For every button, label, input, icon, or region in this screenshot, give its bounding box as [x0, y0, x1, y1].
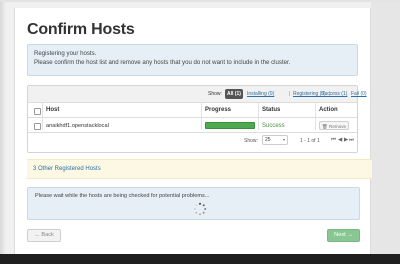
host-progress-fill: [206, 123, 254, 128]
column-header-status: Status: [262, 107, 281, 113]
right-gutter: [371, 2, 400, 254]
row-divider: [28, 132, 357, 133]
filter-all-button[interactable]: All (1): [225, 89, 243, 99]
host-row-checkbox[interactable]: [34, 123, 41, 130]
filter-fail-link[interactable]: Fail (0): [351, 91, 367, 97]
filter-show-label: Show:: [208, 91, 222, 97]
filter-separator: |: [289, 91, 291, 97]
host-checks-box: Please wait while the hosts are being ch…: [27, 187, 360, 220]
page-size-value: 25: [265, 137, 271, 143]
column-divider: [42, 102, 43, 130]
left-shadow: [0, 2, 6, 254]
next-button[interactable]: Next →: [327, 229, 360, 242]
loading-spinner-icon: [194, 202, 207, 216]
header-row-divider: [28, 117, 357, 118]
filter-installing-link[interactable]: Installing (0): [247, 91, 274, 97]
host-progress-bar: [205, 122, 255, 129]
last-page-icon[interactable]: ⏭: [349, 137, 354, 144]
column-header-host[interactable]: Host: [46, 107, 59, 113]
back-button[interactable]: ← Back: [27, 229, 61, 242]
pager-show-label: Show:: [244, 138, 258, 144]
info-line-2: Please confirm the host list and remove …: [34, 59, 291, 66]
column-divider: [315, 102, 316, 130]
select-all-checkbox[interactable]: [34, 108, 41, 115]
page-size-select[interactable]: 25 ▾: [262, 135, 288, 145]
filter-bar: Show: All (1) Installing (0) | Registeri…: [28, 86, 357, 103]
info-line-1: Registering your hosts.: [34, 50, 97, 57]
host-status[interactable]: Success: [262, 123, 285, 129]
pager-range: 1 - 1 of 1: [300, 138, 320, 144]
trash-icon: 🗑: [321, 124, 328, 129]
registration-info-box: Registering your hosts. Please confirm t…: [27, 44, 358, 76]
remove-host-button[interactable]: 🗑 Remove: [319, 121, 349, 130]
column-divider: [201, 102, 202, 130]
wait-message: Please wait while the hosts are being ch…: [35, 193, 210, 199]
chevron-down-icon: ▾: [282, 137, 285, 142]
prev-page-icon[interactable]: ◀: [338, 137, 342, 143]
column-header-action: Action: [319, 107, 338, 113]
host-name: anaikhdf1.openstacklocal: [46, 123, 109, 129]
next-page-icon[interactable]: ▶: [344, 137, 348, 143]
top-border: [0, 0, 400, 2]
page-title: Confirm Hosts: [27, 21, 135, 38]
filter-success-link[interactable]: Success (1): [321, 91, 347, 97]
other-hosts-banner: 3 Other Registered Hosts: [27, 159, 372, 179]
bottom-bar: [0, 254, 400, 264]
column-divider: [258, 102, 259, 130]
first-page-icon[interactable]: ⏮: [331, 137, 336, 144]
remove-label: Remove: [329, 124, 347, 129]
wizard-panel: Confirm Hosts Registering your hosts. Pl…: [14, 8, 372, 254]
column-header-progress: Progress: [205, 107, 232, 113]
hosts-table: Show: All (1) Installing (0) | Registeri…: [27, 85, 367, 153]
other-hosts-link[interactable]: 3 Other Registered Hosts: [33, 166, 101, 172]
